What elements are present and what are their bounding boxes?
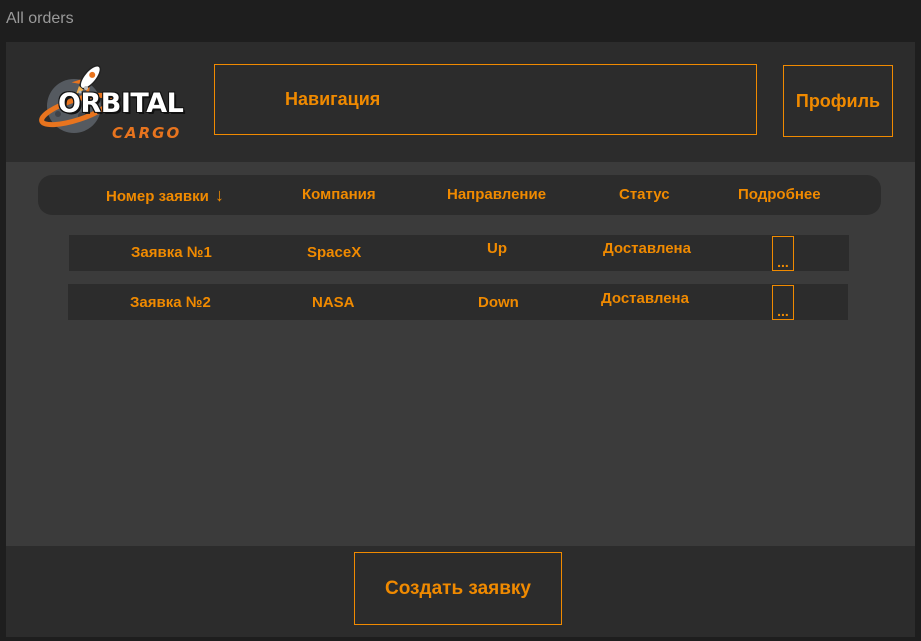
column-header-details: Подробнее: [738, 186, 821, 203]
create-order-button[interactable]: Создать заявку: [354, 552, 562, 625]
profile-button[interactable]: Профиль: [783, 65, 893, 137]
order-direction: Down: [478, 294, 519, 311]
order-direction: Up: [487, 240, 507, 257]
profile-label: Профиль: [795, 90, 881, 111]
details-button[interactable]: ...: [772, 285, 794, 320]
details-button[interactable]: ...: [772, 236, 794, 271]
orders-panel: Номер заявки ↓ Компания Направление Стат…: [6, 162, 915, 546]
table-header: Номер заявки ↓ Компания Направление Стат…: [38, 175, 881, 215]
order-status: Доставлена: [603, 240, 691, 257]
navigation-label: Навигация: [285, 89, 381, 109]
column-header-number[interactable]: Номер заявки ↓: [106, 175, 224, 215]
table-row[interactable]: Заявка №1 SpaceX Up Доставлена ...: [69, 235, 849, 271]
create-order-label: Создать заявку: [384, 577, 532, 599]
window-title: All orders: [6, 10, 74, 27]
app-window: ORBITAL CARGO Навигация Профиль Номер за…: [6, 42, 915, 637]
logo-title: ORBITAL: [58, 88, 184, 119]
header: ORBITAL CARGO Навигация Профиль: [6, 42, 915, 162]
navigation-button[interactable]: Навигация: [214, 64, 757, 135]
order-status: Доставлена: [601, 290, 689, 307]
column-header-company[interactable]: Компания: [302, 175, 376, 215]
footer: Создать заявку: [6, 546, 915, 637]
ellipsis-icon: ...: [777, 303, 789, 319]
order-number: Заявка №1: [131, 244, 212, 261]
arrow-down-icon[interactable]: ↓: [215, 185, 224, 205]
orbital-cargo-logo[interactable]: ORBITAL CARGO: [36, 58, 196, 142]
table-row[interactable]: Заявка №2 NASA Down Доставлена ...: [68, 284, 848, 320]
column-header-direction[interactable]: Направление: [447, 175, 546, 215]
column-header-status[interactable]: Статус: [619, 175, 670, 215]
column-header-number-label: Номер заявки: [106, 188, 209, 205]
order-number: Заявка №2: [130, 294, 211, 311]
order-company: SpaceX: [307, 244, 362, 261]
ellipsis-icon: ...: [777, 254, 789, 270]
logo-subtitle: CARGO: [112, 124, 182, 142]
order-company: NASA: [312, 294, 355, 311]
